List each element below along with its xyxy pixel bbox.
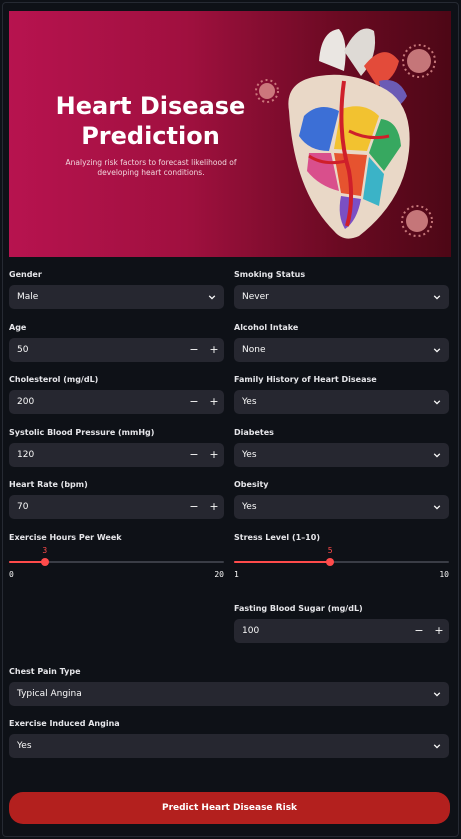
diabetes-value: Yes <box>242 450 257 460</box>
chevron-down-icon <box>208 295 216 300</box>
page-subtitle: Analyzing risk factors to forecast likel… <box>65 158 237 177</box>
fasting-sugar-decrement-button[interactable]: − <box>409 619 429 643</box>
chest-pain-select[interactable]: Typical Angina <box>9 682 449 706</box>
family-history-select[interactable]: Yes <box>234 390 449 414</box>
gender-select[interactable]: Male <box>9 285 224 309</box>
heart-rate-label: Heart Rate (bpm) <box>9 480 88 489</box>
blood-pressure-value: 120 <box>17 450 35 460</box>
slider-min: 0 <box>9 570 14 579</box>
age-label: Age <box>9 323 27 332</box>
obesity-label: Obesity <box>234 480 269 489</box>
chevron-down-icon <box>433 348 441 353</box>
heart-rate-value: 70 <box>17 502 29 512</box>
cholesterol-label: Cholesterol (mg/dL) <box>9 375 99 384</box>
age-decrement-button[interactable]: − <box>184 338 204 362</box>
blood-pressure-decrement-button[interactable]: − <box>184 443 204 467</box>
chevron-down-icon <box>433 744 441 749</box>
smoking-label: Smoking Status <box>234 270 306 279</box>
predict-button[interactable]: Predict Heart Disease Risk <box>9 792 450 824</box>
slider-current-value: 5 <box>327 546 333 555</box>
family-history-value: Yes <box>242 397 257 407</box>
gender-value: Male <box>17 292 39 302</box>
age-value: 50 <box>17 345 29 355</box>
blood-pressure-label: Systolic Blood Pressure (mmHg) <box>9 428 155 437</box>
slider-fill <box>9 561 45 563</box>
exercise-slider[interactable]: 3 0 20 <box>9 537 224 579</box>
diabetes-select[interactable]: Yes <box>234 443 449 467</box>
obesity-select[interactable]: Yes <box>234 495 449 519</box>
slider-max: 10 <box>439 570 449 579</box>
smoking-select[interactable]: Never <box>234 285 449 309</box>
slider-min: 1 <box>234 570 239 579</box>
cholesterol-value: 200 <box>17 397 35 407</box>
fasting-sugar-label: Fasting Blood Sugar (mg/dL) <box>234 604 363 613</box>
chevron-down-icon <box>433 453 441 458</box>
exercise-angina-label: Exercise Induced Angina <box>9 719 120 728</box>
fasting-sugar-increment-button[interactable]: + <box>429 619 449 643</box>
alcohol-label: Alcohol Intake <box>234 323 299 332</box>
blood-pressure-increment-button[interactable]: + <box>204 443 224 467</box>
exercise-angina-select[interactable]: Yes <box>9 734 449 758</box>
smoking-value: Never <box>242 292 269 302</box>
chest-pain-label: Chest Pain Type <box>9 667 81 676</box>
hero-banner: Heart Disease Prediction Analyzing risk … <box>9 11 451 257</box>
slider-thumb[interactable] <box>40 558 49 566</box>
exercise-angina-value: Yes <box>17 741 32 751</box>
slider-max: 20 <box>214 570 224 579</box>
alcohol-select[interactable]: None <box>234 338 449 362</box>
chevron-down-icon <box>433 295 441 300</box>
obesity-value: Yes <box>242 502 257 512</box>
fasting-sugar-value: 100 <box>242 626 260 636</box>
chevron-down-icon <box>433 505 441 510</box>
slider-current-value: 3 <box>42 546 48 555</box>
family-history-label: Family History of Heart Disease <box>234 375 377 384</box>
stress-slider[interactable]: 5 1 10 <box>234 537 449 579</box>
alcohol-value: None <box>242 345 266 355</box>
heart-illustration <box>255 28 436 239</box>
heart-rate-decrement-button[interactable]: − <box>184 495 204 519</box>
cholesterol-input[interactable]: 200 − + <box>9 390 224 414</box>
cholesterol-decrement-button[interactable]: − <box>184 390 204 414</box>
chevron-down-icon <box>433 692 441 697</box>
fasting-sugar-input[interactable]: 100 − + <box>234 619 449 643</box>
diabetes-label: Diabetes <box>234 428 274 437</box>
page-title: Heart Disease Prediction <box>55 92 246 150</box>
heart-rate-increment-button[interactable]: + <box>204 495 224 519</box>
slider-fill <box>234 561 331 563</box>
slider-thumb[interactable] <box>326 558 335 566</box>
age-input[interactable]: 50 − + <box>9 338 224 362</box>
age-increment-button[interactable]: + <box>204 338 224 362</box>
blood-pressure-input[interactable]: 120 − + <box>9 443 224 467</box>
chevron-down-icon <box>433 400 441 405</box>
cholesterol-increment-button[interactable]: + <box>204 390 224 414</box>
gender-label: Gender <box>9 270 42 279</box>
heart-rate-input[interactable]: 70 − + <box>9 495 224 519</box>
chest-pain-value: Typical Angina <box>17 689 82 699</box>
